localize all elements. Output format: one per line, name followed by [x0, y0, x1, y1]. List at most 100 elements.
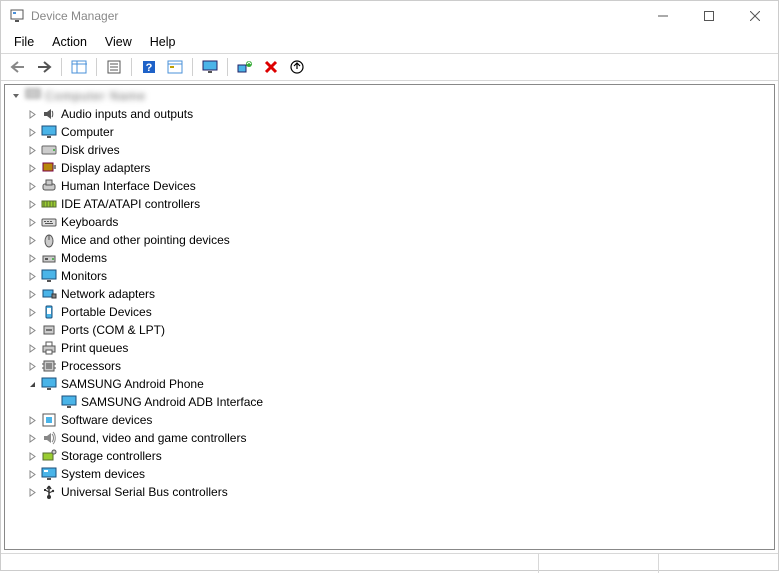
tree-category-label: Audio inputs and outputs	[61, 107, 193, 121]
portable-icon	[41, 304, 57, 320]
tree-category-label: Disk drives	[61, 143, 120, 157]
tree-category-row[interactable]: Ports (COM & LPT)	[7, 321, 774, 339]
chevron-right-icon[interactable]	[25, 305, 39, 319]
toolbar-separator	[61, 58, 62, 76]
monitor-blue-icon	[41, 124, 57, 140]
tree-category-label: IDE ATA/ATAPI controllers	[61, 197, 200, 211]
tree-root-row[interactable]: Computer Name	[7, 87, 774, 105]
tree-category-row[interactable]: Modems	[7, 249, 774, 267]
minimize-button[interactable]	[640, 1, 686, 31]
toolbar-separator	[96, 58, 97, 76]
tree-category-row[interactable]: Processors	[7, 357, 774, 375]
tree-category-row[interactable]: Human Interface Devices	[7, 177, 774, 195]
chevron-right-icon[interactable]	[25, 359, 39, 373]
toolbar-separator	[192, 58, 193, 76]
tree-category-label: Universal Serial Bus controllers	[61, 485, 228, 499]
tree-category-row[interactable]: Keyboards	[7, 213, 774, 231]
computer-icon	[25, 88, 41, 104]
menu-view[interactable]: View	[96, 33, 141, 51]
disk-icon	[41, 142, 57, 158]
toolbar-back-button[interactable]	[6, 56, 30, 78]
tree-category-label: Portable Devices	[61, 305, 152, 319]
chevron-right-icon[interactable]	[25, 215, 39, 229]
tree-category-row[interactable]: Mice and other pointing devices	[7, 231, 774, 249]
chevron-right-icon[interactable]	[25, 449, 39, 463]
toolbar-forward-button[interactable]	[32, 56, 56, 78]
usb-icon	[41, 484, 57, 500]
toolbar-remove-button[interactable]	[259, 56, 283, 78]
chevron-right-icon[interactable]	[25, 323, 39, 337]
chevron-right-icon[interactable]	[25, 143, 39, 157]
tree-category-row[interactable]: Sound, video and game controllers	[7, 429, 774, 447]
window-controls	[640, 1, 778, 31]
chevron-right-icon[interactable]	[25, 161, 39, 175]
toolbar-monitor-button[interactable]	[198, 56, 222, 78]
toolbar-properties-button[interactable]	[102, 56, 126, 78]
tree-category-label: Human Interface Devices	[61, 179, 196, 193]
tree-category-row[interactable]: Audio inputs and outputs	[7, 105, 774, 123]
tree-category-row[interactable]: Print queues	[7, 339, 774, 357]
chevron-right-icon[interactable]	[25, 467, 39, 481]
toolbar-showtree-button[interactable]	[67, 56, 91, 78]
tree-category-row[interactable]: IDE ATA/ATAPI controllers	[7, 195, 774, 213]
sound-icon	[41, 430, 57, 446]
toolbar-separator	[227, 58, 228, 76]
toolbar-scan-button[interactable]	[233, 56, 257, 78]
chevron-down-icon[interactable]	[25, 377, 39, 391]
chevron-right-icon[interactable]	[25, 269, 39, 283]
tree-category-row[interactable]: Portable Devices	[7, 303, 774, 321]
menu-help[interactable]: Help	[141, 33, 185, 51]
titlebar: Device Manager	[1, 1, 778, 31]
chevron-right-icon[interactable]	[25, 251, 39, 265]
modem-icon	[41, 250, 57, 266]
tree-category-label: Sound, video and game controllers	[61, 431, 246, 445]
tree-device-label: SAMSUNG Android ADB Interface	[81, 395, 263, 409]
tree-category-label: SAMSUNG Android Phone	[61, 377, 204, 391]
chevron-right-icon[interactable]	[25, 125, 39, 139]
toolbar-separator	[131, 58, 132, 76]
toolbar-help-button[interactable]: ?	[137, 56, 161, 78]
ide-icon	[41, 196, 57, 212]
tree-category-row[interactable]: Display adapters	[7, 159, 774, 177]
chevron-right-icon[interactable]	[25, 107, 39, 121]
port-icon	[41, 322, 57, 338]
menu-file[interactable]: File	[5, 33, 43, 51]
chevron-right-icon[interactable]	[25, 287, 39, 301]
chevron-right-icon[interactable]	[25, 341, 39, 355]
toolbar: ?	[1, 53, 778, 81]
speaker-icon	[41, 106, 57, 122]
tree-category-label: Processors	[61, 359, 121, 373]
toolbar-update-button[interactable]	[285, 56, 309, 78]
tree-category-label: Computer	[61, 125, 114, 139]
tree-category-row[interactable]: Network adapters	[7, 285, 774, 303]
hid-icon	[41, 178, 57, 194]
chevron-right-icon[interactable]	[25, 179, 39, 193]
tree-device-row[interactable]: SAMSUNG Android ADB Interface	[7, 393, 774, 411]
software-icon	[41, 412, 57, 428]
chevron-right-icon[interactable]	[25, 233, 39, 247]
keyboard-icon	[41, 214, 57, 230]
chevron-down-icon[interactable]	[9, 89, 23, 103]
tree-category-row[interactable]: Universal Serial Bus controllers	[7, 483, 774, 501]
chevron-right-icon[interactable]	[25, 431, 39, 445]
maximize-button[interactable]	[686, 1, 732, 31]
tree-category-row[interactable]: Computer	[7, 123, 774, 141]
chevron-right-icon[interactable]	[25, 413, 39, 427]
tree-category-row[interactable]: Storage controllers	[7, 447, 774, 465]
tree-category-row[interactable]: Software devices	[7, 411, 774, 429]
chevron-right-icon[interactable]	[25, 197, 39, 211]
status-cell	[1, 554, 538, 573]
tree-category-row[interactable]: System devices	[7, 465, 774, 483]
close-button[interactable]	[732, 1, 778, 31]
status-cell	[658, 554, 778, 573]
chevron-right-icon[interactable]	[25, 485, 39, 499]
toolbar-action-button[interactable]	[163, 56, 187, 78]
menu-action[interactable]: Action	[43, 33, 96, 51]
device-tree[interactable]: Computer Name Audio inputs and outputs Co…	[4, 84, 775, 550]
tree-category-label: Software devices	[61, 413, 152, 427]
tree-category-row[interactable]: Disk drives	[7, 141, 774, 159]
tree-category-label: Mice and other pointing devices	[61, 233, 230, 247]
tree-category-row[interactable]: Monitors	[7, 267, 774, 285]
tree-category-row[interactable]: SAMSUNG Android Phone	[7, 375, 774, 393]
monitor-blue-icon	[41, 376, 57, 392]
